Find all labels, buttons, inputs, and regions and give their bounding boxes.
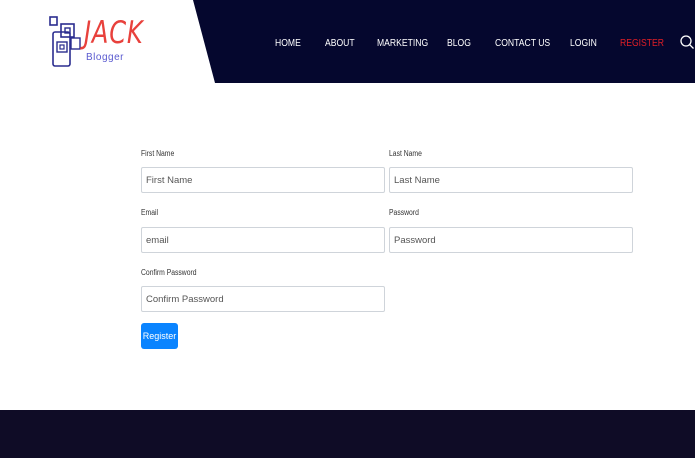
email-label: Email [141, 208, 159, 217]
brand-subtitle: Blogger [86, 52, 124, 63]
nav-item-blog[interactable]: BLOG [447, 36, 471, 50]
brand-title: JACK [84, 15, 144, 51]
site-footer [0, 410, 695, 458]
site-header: JACK Blogger HOME ABOUT MARKETING BLOG C… [0, 0, 695, 83]
confirm-password-field[interactable] [141, 286, 385, 312]
nav-item-register[interactable]: REGISTER [620, 36, 664, 50]
brand-logo[interactable]: JACK Blogger [48, 15, 148, 69]
first-name-label: First Name [141, 149, 175, 158]
nav-item-marketing[interactable]: MARKETING [377, 36, 428, 50]
confirm-password-label: Confirm Password [141, 268, 197, 277]
password-label: Password [389, 208, 419, 217]
nav-item-home[interactable]: HOME [275, 36, 301, 50]
register-button[interactable]: Register [141, 323, 178, 349]
nav-item-login[interactable]: LOGIN [570, 36, 597, 50]
email-field[interactable] [141, 227, 385, 253]
nav-item-contact-us[interactable]: CONTACT US [495, 36, 550, 50]
nav-item-about[interactable]: ABOUT [325, 36, 355, 50]
last-name-input[interactable] [389, 167, 633, 193]
last-name-label: Last Name [389, 149, 422, 158]
password-field[interactable] [389, 227, 633, 253]
registration-form: First Name Last Name Email Password Conf… [0, 83, 695, 410]
stacked-squares-logo-icon [49, 16, 81, 67]
search-icon[interactable] [679, 34, 695, 50]
first-name-input[interactable] [141, 167, 385, 193]
